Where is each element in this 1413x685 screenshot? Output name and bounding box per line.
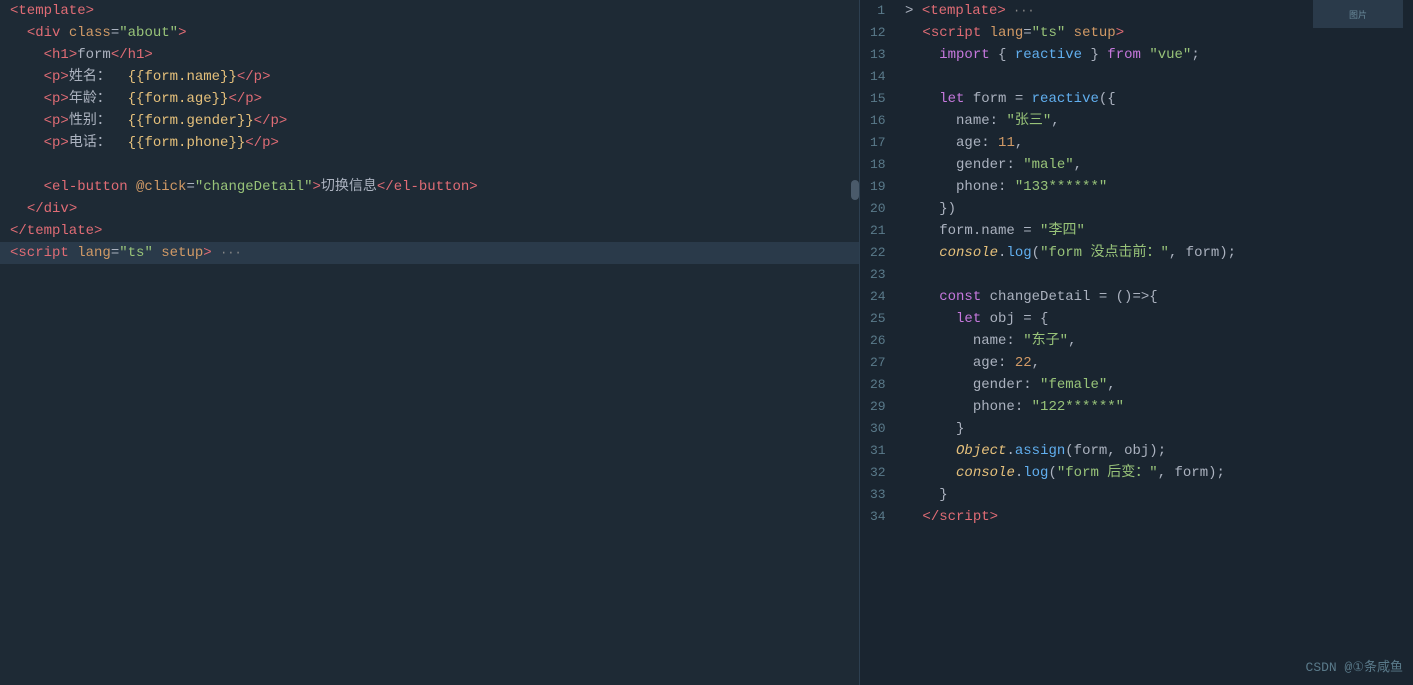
scrollbar[interactable] <box>851 180 859 200</box>
code-line: 32 console.log("form 后变：", form); <box>860 462 1413 484</box>
code-line: 25 let obj = { <box>860 308 1413 330</box>
watermark-image: 图片 <box>1313 0 1403 28</box>
code-line: 19 phone: "133******" <box>860 176 1413 198</box>
right-panel: 图片 1 > <template> ··· 12 <script lang="t… <box>860 0 1413 685</box>
code-line: 20 }) <box>860 198 1413 220</box>
code-line: 33 } <box>860 484 1413 506</box>
code-line: 15 let form = reactive({ <box>860 88 1413 110</box>
code-line: 29 phone: "122******" <box>860 396 1413 418</box>
code-line: 14 <box>860 66 1413 88</box>
code-line: 22 console.log("form 没点击前：", form); <box>860 242 1413 264</box>
left-panel: <template> <div class="about"> <h1>form<… <box>0 0 860 685</box>
code-line <box>0 154 859 176</box>
code-line: 31 Object.assign(form, obj); <box>860 440 1413 462</box>
code-line: 34 </script> <box>860 506 1413 528</box>
left-code-area: <template> <div class="about"> <h1>form<… <box>0 0 859 685</box>
code-line: <h1>form</h1> <box>0 44 859 66</box>
code-line: <div class="about"> <box>0 22 859 44</box>
code-line: 24 const changeDetail = ()=>{ <box>860 286 1413 308</box>
code-line: </template> <box>0 220 859 242</box>
code-line: 30 } <box>860 418 1413 440</box>
code-line: <p>年龄： {{form.age}}</p> <box>0 88 859 110</box>
code-line: 16 name: "张三", <box>860 110 1413 132</box>
code-line: 27 age: 22, <box>860 352 1413 374</box>
code-line: <el-button @click="changeDetail">切换信息</e… <box>0 176 859 198</box>
code-line: <p>电话： {{form.phone}}</p> <box>0 132 859 154</box>
code-line: 26 name: "东子", <box>860 330 1413 352</box>
code-line: <p>性别： {{form.gender}}</p> <box>0 110 859 132</box>
code-line: </div> <box>0 198 859 220</box>
code-line: 21 form.name = "李四" <box>860 220 1413 242</box>
right-code-area: 1 > <template> ··· 12 <script lang="ts" … <box>860 0 1413 685</box>
code-line: <p>姓名： {{form.name}}</p> <box>0 66 859 88</box>
code-line: 18 gender: "male", <box>860 154 1413 176</box>
code-line: 13 import { reactive } from "vue"; <box>860 44 1413 66</box>
csdn-watermark: CSDN @①条咸鱼 <box>1306 656 1403 675</box>
code-line-active: <script lang="ts" setup> ··· <box>0 242 859 264</box>
code-line: 17 age: 11, <box>860 132 1413 154</box>
code-line: 23 <box>860 264 1413 286</box>
code-line: <template> <box>0 0 859 22</box>
editor-container: <template> <div class="about"> <h1>form<… <box>0 0 1413 685</box>
code-line: 28 gender: "female", <box>860 374 1413 396</box>
